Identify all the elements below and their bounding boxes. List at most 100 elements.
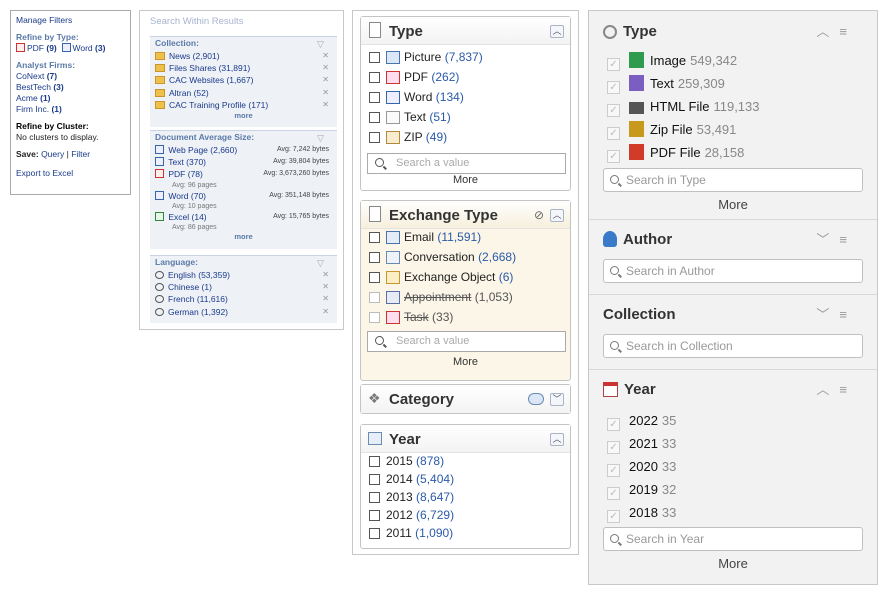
type-search-input[interactable]: Search in Type <box>603 168 863 192</box>
collection-item[interactable]: Altran (52) ✕ <box>150 87 337 99</box>
paperclip-icon[interactable]: ⊘ <box>534 208 544 222</box>
collapse-icon[interactable]: ︿ <box>550 209 564 222</box>
refine-word-link[interactable]: Word <box>73 43 93 53</box>
year-facet-item[interactable]: 2013 (8,647) <box>369 488 454 506</box>
check-icon[interactable]: ✓ <box>607 104 620 117</box>
doc-size-item[interactable]: Text (370) Avg: 39,804 bytes <box>150 156 337 168</box>
type-facet-item[interactable]: PDF (262) <box>369 68 459 86</box>
check-icon[interactable]: ✓ <box>607 58 620 71</box>
analyst-firm-item[interactable]: Acme (1) <box>16 93 125 104</box>
remove-icon[interactable]: ✕ <box>322 99 329 111</box>
type-facet-item[interactable]: Picture (7,837) <box>369 48 483 66</box>
doc-size-item[interactable]: PDF (78) Avg: 3,673,260 bytes <box>150 168 337 180</box>
checkbox[interactable] <box>369 456 380 467</box>
exchange-type-item[interactable]: Email (11,591) <box>369 228 481 246</box>
type-item[interactable]: ✓ Image 549,342 <box>607 51 737 71</box>
collection-item[interactable]: CAC Websites (1,667) ✕ <box>150 74 337 86</box>
collection-item[interactable]: News (2,901) ✕ <box>150 50 337 62</box>
toggle-icon[interactable] <box>528 393 544 405</box>
checkbox[interactable] <box>369 52 380 63</box>
year-facet-item[interactable]: 2011 (1,090) <box>369 524 453 542</box>
type-facet-item[interactable]: Word (134) <box>369 88 464 106</box>
checkbox[interactable] <box>369 232 380 243</box>
year-item[interactable]: ✓ 2018 33 <box>607 503 676 523</box>
exchange-type-item-disabled[interactable]: Appointment (1,053) <box>369 288 513 306</box>
author-search-input[interactable]: Search in Author <box>603 259 863 283</box>
year-item[interactable]: ✓ 2020 33 <box>607 457 676 477</box>
exchange-type-item[interactable]: Conversation (2,668) <box>369 248 516 266</box>
language-item[interactable]: German (1,392) ✕ <box>150 306 337 318</box>
year-item[interactable]: ✓ 2019 32 <box>607 480 676 500</box>
year-item[interactable]: ✓ 2022 35 <box>607 411 676 431</box>
refine-pdf-link[interactable]: PDF <box>27 43 44 53</box>
check-icon[interactable]: ✓ <box>607 150 620 163</box>
type-item[interactable]: ✓ Text 259,309 <box>607 74 725 94</box>
checkbox[interactable] <box>369 112 380 123</box>
expand-icon[interactable]: ﹀ <box>550 393 564 406</box>
checkbox[interactable] <box>369 292 380 303</box>
remove-icon[interactable]: ✕ <box>322 293 329 305</box>
check-icon[interactable]: ✓ <box>607 464 620 477</box>
remove-icon[interactable]: ✕ <box>322 62 329 74</box>
checkbox[interactable] <box>369 510 380 521</box>
type-item[interactable]: ✓ PDF File 28,158 <box>607 143 744 163</box>
doc-size-item[interactable]: Web Page (2,660) Avg: 7,242 bytes <box>150 144 337 156</box>
collection-search-input[interactable]: Search in Collection <box>603 334 863 358</box>
manage-filters-link[interactable]: Manage Filters <box>16 15 125 26</box>
year-item[interactable]: ✓ 2021 33 <box>607 434 676 454</box>
doc-size-more-link[interactable]: more <box>150 232 337 242</box>
check-icon[interactable]: ✓ <box>607 81 620 94</box>
type-more-link[interactable]: More <box>589 197 877 212</box>
year-facet-item[interactable]: 2012 (6,729) <box>369 506 454 524</box>
collection-item[interactable]: Files Shares (31,891) ✕ <box>150 62 337 74</box>
remove-icon[interactable]: ✕ <box>322 50 329 62</box>
type-value-search[interactable]: Search a value <box>367 153 566 174</box>
language-item[interactable]: Chinese (1) ✕ <box>150 281 337 293</box>
collapse-icon[interactable]: ︿≡ <box>816 21 857 40</box>
export-excel-link[interactable]: Export to Excel <box>16 168 125 179</box>
type-item[interactable]: ✓ Zip File 53,491 <box>607 120 736 140</box>
exchange-more-link[interactable]: More <box>361 356 570 368</box>
collapse-icon[interactable]: ︿ <box>550 433 564 446</box>
collapse-icon[interactable]: ︿≡ <box>816 379 857 398</box>
analyst-firm-item[interactable]: CoNext (7) <box>16 71 125 82</box>
collection-item[interactable]: CAC Training Profile (171) ✕ <box>150 99 337 111</box>
type-item[interactable]: ✓ HTML File 119,133 <box>607 97 760 117</box>
save-query-link[interactable]: Query <box>41 149 64 159</box>
collection-more-link[interactable]: more <box>150 111 337 121</box>
exchange-value-search[interactable]: Search a value <box>367 331 566 352</box>
remove-icon[interactable]: ✕ <box>322 281 329 293</box>
year-facet-item[interactable]: 2014 (5,404) <box>369 470 454 488</box>
remove-icon[interactable]: ✕ <box>322 87 329 99</box>
save-filter-link[interactable]: Filter <box>71 149 90 159</box>
checkbox[interactable] <box>369 252 380 263</box>
funnel-icon[interactable]: ▽ <box>317 258 327 268</box>
check-icon[interactable]: ✓ <box>607 487 620 500</box>
check-icon[interactable]: ✓ <box>607 127 620 140</box>
analyst-firm-item[interactable]: Firm Inc. (1) <box>16 104 125 115</box>
type-facet-item[interactable]: Text (51) <box>369 108 451 126</box>
checkbox[interactable] <box>369 272 380 283</box>
year-more-link[interactable]: More <box>589 556 877 571</box>
funnel-icon[interactable]: ▽ <box>317 133 327 143</box>
exchange-type-item[interactable]: Exchange Object (6) <box>369 268 513 286</box>
type-more-link[interactable]: More <box>361 174 570 186</box>
checkbox[interactable] <box>369 312 380 323</box>
search-within-input[interactable]: Search Within Results <box>150 16 335 30</box>
checkbox[interactable] <box>369 132 380 143</box>
doc-size-item[interactable]: Excel (14) Avg: 15,765 bytes <box>150 211 337 223</box>
checkbox[interactable] <box>369 528 380 539</box>
check-icon[interactable]: ✓ <box>607 418 620 431</box>
year-search-input[interactable]: Search in Year <box>603 527 863 551</box>
language-item[interactable]: English (53,359) ✕ <box>150 269 337 281</box>
remove-icon[interactable]: ✕ <box>322 306 329 318</box>
checkbox[interactable] <box>369 92 380 103</box>
remove-icon[interactable]: ✕ <box>322 269 329 281</box>
doc-size-item[interactable]: Word (70) Avg: 351,148 bytes <box>150 190 337 202</box>
checkbox[interactable] <box>369 492 380 503</box>
exchange-type-item-disabled[interactable]: Task (33) <box>369 308 453 326</box>
year-facet-item[interactable]: 2015 (878) <box>369 452 444 470</box>
collapse-icon[interactable]: ︿ <box>550 25 564 38</box>
type-facet-item[interactable]: ZIP (49) <box>369 128 447 146</box>
checkbox[interactable] <box>369 72 380 83</box>
